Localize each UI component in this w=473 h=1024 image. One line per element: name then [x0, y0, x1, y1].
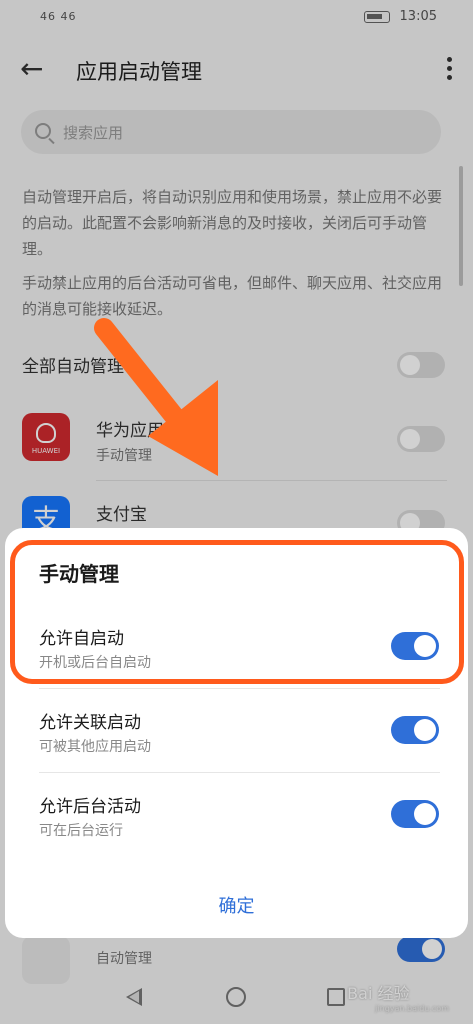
- allow-associated-start-toggle[interactable]: [391, 716, 439, 744]
- option-label: 允许后台活动: [39, 797, 141, 817]
- option-sub: 可被其他应用启动: [39, 739, 151, 755]
- option-label: 允许关联启动: [39, 713, 141, 733]
- divider: [39, 772, 440, 773]
- confirm-button[interactable]: 确定: [5, 892, 468, 918]
- divider: [39, 688, 440, 689]
- annotation-arrow-icon: [94, 318, 218, 476]
- option-sub: 可在后台运行: [39, 823, 123, 839]
- highlight-frame: [10, 540, 464, 684]
- allow-background-activity-toggle[interactable]: [391, 800, 439, 828]
